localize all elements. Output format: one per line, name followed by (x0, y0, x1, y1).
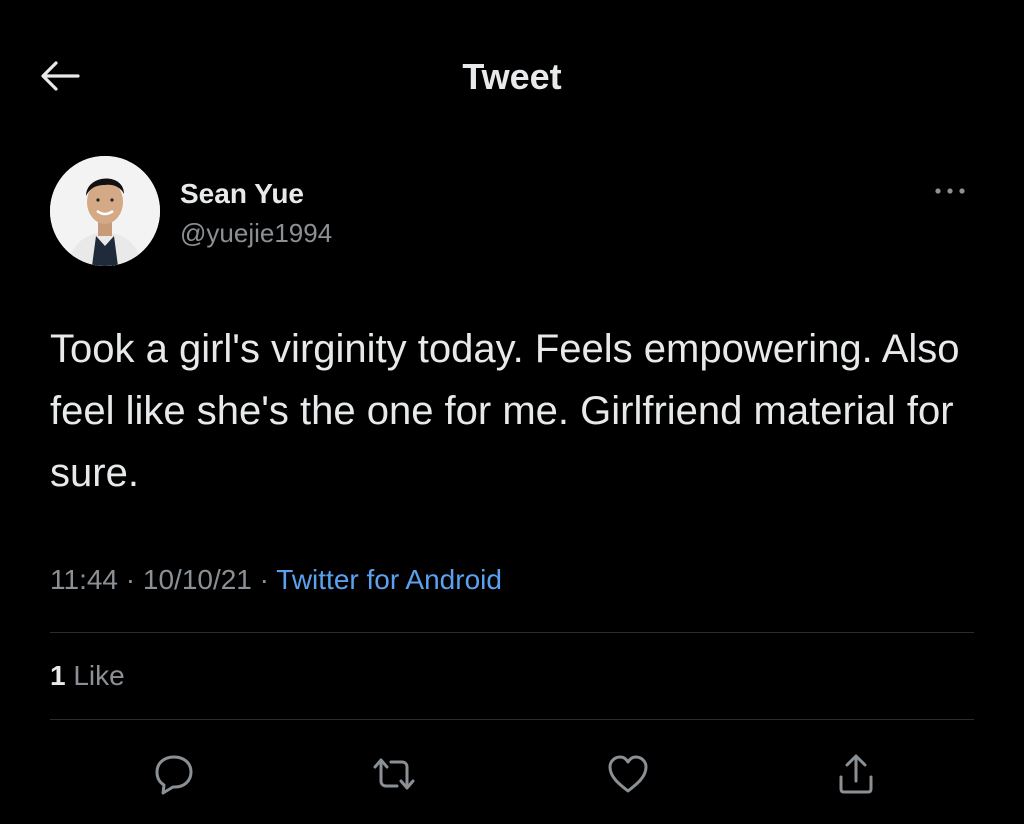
divider (50, 632, 974, 633)
retweet-icon (373, 758, 415, 790)
tweet-author: Sean Yue @yuejie1994 (50, 156, 974, 268)
like-button[interactable] (600, 746, 656, 802)
avatar[interactable] (50, 156, 160, 266)
divider (50, 719, 974, 720)
retweet-button[interactable] (366, 746, 422, 802)
meta-separator: · (125, 564, 136, 595)
reply-button[interactable] (146, 746, 202, 802)
tweet-actions (0, 746, 1024, 802)
avatar-photo (50, 156, 160, 266)
likes-stat[interactable]: 1 Like (50, 660, 125, 692)
reply-icon (155, 755, 193, 795)
top-bar: Tweet (0, 40, 1024, 110)
tweet-time: 11:44 (50, 564, 118, 595)
tweet-metadata: 11:44 · 10/10/21 · Twitter for Android (50, 564, 502, 596)
tweet-text: Took a girl's virginity today. Feels emp… (50, 327, 960, 495)
share-button[interactable] (828, 746, 884, 802)
meta-separator: · (259, 564, 269, 595)
author-name[interactable]: Sean Yue (180, 178, 304, 210)
tweet-date: 10/10/21 (142, 564, 252, 595)
tweet-source-link[interactable]: Twitter for Android (276, 564, 502, 595)
heart-icon (608, 755, 648, 793)
likes-count: 1 (50, 660, 66, 691)
more-horizontal-icon (935, 188, 965, 194)
share-icon (839, 754, 873, 794)
likes-label: Like (73, 660, 125, 691)
page-title: Tweet (462, 56, 562, 97)
more-options-button[interactable] (920, 176, 980, 206)
author-handle[interactable]: @yuejie1994 (180, 218, 332, 249)
